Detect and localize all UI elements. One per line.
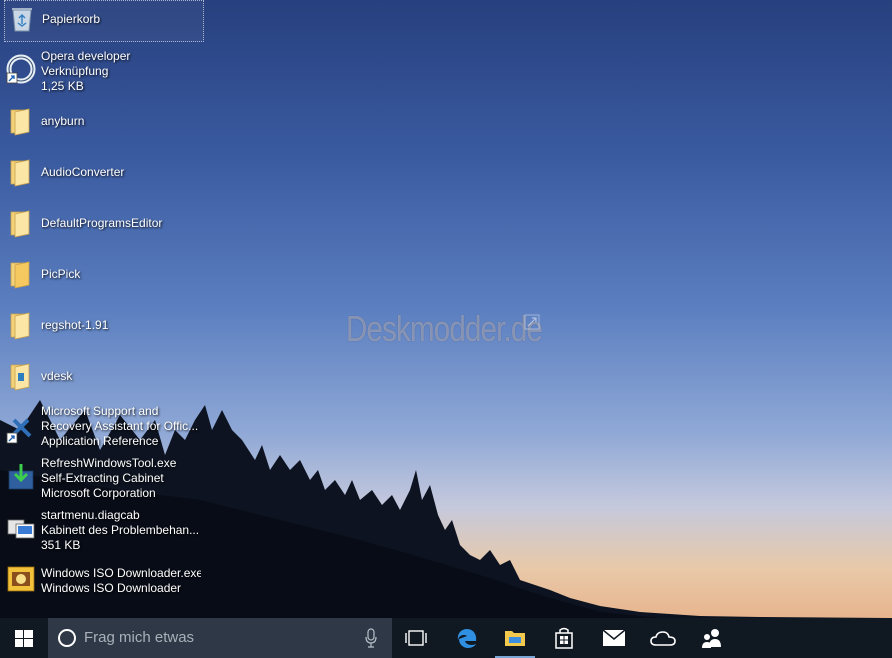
edge-button[interactable] <box>443 618 491 658</box>
icon-label: Papierkorb <box>42 12 101 26</box>
icon-sublabel: Verknüpfung <box>41 64 109 78</box>
task-view-icon <box>405 630 427 646</box>
desktop-icon-refreshwindowstool[interactable]: RefreshWindowsTool.exe Self-Extracting C… <box>4 456 204 504</box>
icon-sublabel: 351 KB <box>41 538 81 552</box>
start-icon <box>15 630 33 647</box>
icon-sublabel: Self-Extracting Cabinet <box>41 471 164 485</box>
folder-icon <box>10 159 30 187</box>
folder-icon <box>10 210 30 238</box>
start-button[interactable] <box>0 618 48 658</box>
icon-label: DefaultProgramsEditor <box>41 216 163 230</box>
folder-icon <box>10 108 30 136</box>
icon-label: AudioConverter <box>41 165 125 179</box>
onedrive-button[interactable] <box>639 618 687 658</box>
icon-label: Opera developer <box>41 49 131 63</box>
task-view-button[interactable] <box>392 618 440 658</box>
folder-icon <box>10 312 30 340</box>
icon-label: regshot-1.91 <box>41 318 109 332</box>
store-icon <box>555 627 573 649</box>
desktop-icon-audioconverter[interactable]: AudioConverter <box>4 157 204 189</box>
icon-label: startmenu.diagcab <box>41 508 140 522</box>
cortana-search-box[interactable]: Frag mich etwas <box>48 618 392 658</box>
desktop-icon-regshot[interactable]: regshot-1.91 <box>4 310 204 342</box>
desktop[interactable]: Deskmodder.de Papierkorb Opera developer… <box>0 0 892 618</box>
recycle-bin-icon <box>12 8 32 32</box>
desktop-icon-opera-developer[interactable]: Opera developer Verknüpfung 1,25 KB <box>4 48 204 96</box>
icon-sublabel: Kabinett des Problembehan... <box>41 523 200 537</box>
cortana-icon <box>58 629 76 647</box>
desktop-icon-picpick[interactable]: PicPick <box>4 259 204 291</box>
opera-shortcut-icon <box>6 54 36 84</box>
people-button[interactable] <box>688 618 736 658</box>
iso-downloader-icon <box>7 566 35 592</box>
onedrive-icon <box>650 631 676 646</box>
icon-label: vdesk <box>41 369 73 383</box>
mail-button[interactable] <box>590 618 638 658</box>
refresh-tool-icon <box>8 464 34 490</box>
file-explorer-button[interactable] <box>491 618 539 658</box>
expand-icon <box>524 314 540 330</box>
search-placeholder: Frag mich etwas <box>84 629 195 646</box>
taskbar: Frag mich etwas <box>0 618 892 658</box>
icon-sublabel: Microsoft Corporation <box>41 486 156 500</box>
store-button[interactable] <box>540 618 588 658</box>
folder-icon <box>10 261 30 289</box>
edge-icon <box>457 629 477 648</box>
icon-label: Microsoft Support and <box>41 404 159 418</box>
desktop-icon-startmenu-diagcab[interactable]: startmenu.diagcab Kabinett des Problembe… <box>4 508 204 556</box>
file-explorer-icon <box>505 631 525 646</box>
microphone-icon[interactable] <box>364 628 378 648</box>
desktop-icon-windows-iso-downloader[interactable]: Windows ISO Downloader.exe Windows ISO D… <box>4 564 204 598</box>
icon-label: RefreshWindowsTool.exe <box>41 456 177 470</box>
diagcab-icon <box>7 519 35 539</box>
desktop-icon-microsoft-support[interactable]: Microsoft Support and Recovery Assistant… <box>4 404 204 452</box>
desktop-icon-recycle-bin[interactable]: Papierkorb <box>4 0 204 42</box>
icon-sublabel: Windows ISO Downloader <box>41 581 182 595</box>
desktop-icon-anyburn[interactable]: anyburn <box>4 106 204 138</box>
mail-icon <box>602 629 626 646</box>
icon-sublabel: Application Reference <box>41 434 159 448</box>
tools-shortcut-icon <box>6 418 32 444</box>
icon-label: anyburn <box>41 114 85 128</box>
desktop-icon-vdesk[interactable]: vdesk <box>4 361 204 393</box>
watermark: Deskmodder.de <box>346 308 543 349</box>
desktop-icon-defaultprogramseditor[interactable]: DefaultProgramsEditor <box>4 208 204 240</box>
people-icon <box>702 629 721 648</box>
icon-sublabel: 1,25 KB <box>41 79 84 93</box>
folder-icon <box>10 363 30 391</box>
icon-label: Windows ISO Downloader.exe <box>41 566 201 580</box>
icon-sublabel: Recovery Assistant for Offic... <box>41 419 199 433</box>
icon-label: PicPick <box>41 267 81 281</box>
